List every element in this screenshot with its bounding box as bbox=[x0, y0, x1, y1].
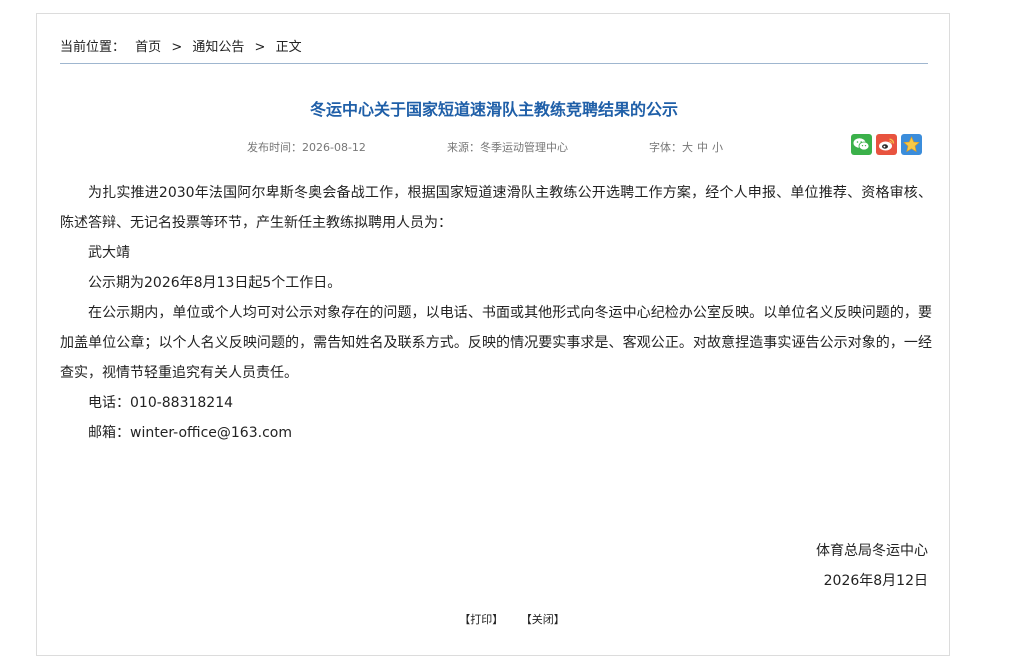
weibo-icon bbox=[879, 138, 895, 151]
body-paragraph-period: 公示期为2026年8月13日起5个工作日。 bbox=[88, 275, 342, 291]
article-actions: 【打印】 【关闭】 bbox=[0, 611, 1024, 627]
print-button[interactable]: 【打印】 bbox=[459, 613, 503, 626]
body-paragraph-intro: 为扎实推进2030年法国阿尔卑斯冬奥会备战工作，根据国家短道速滑队主教练公开选聘… bbox=[60, 185, 932, 231]
close-button[interactable]: 【关闭】 bbox=[521, 613, 565, 626]
breadcrumb-prefix: 当前位置： bbox=[60, 40, 126, 55]
article-body: 为扎实推进2030年法国阿尔卑斯冬奥会备战工作，根据国家短道速滑队主教练公开选聘… bbox=[60, 178, 932, 448]
breadcrumb-divider bbox=[60, 63, 928, 64]
source-meta: 来源：冬季运动管理中心 bbox=[447, 139, 568, 155]
favorite-star-icon bbox=[903, 136, 920, 153]
contact-phone: 电话：010-88318214 bbox=[88, 395, 234, 411]
breadcrumb-current: 正文 bbox=[275, 40, 302, 55]
font-size-label: 字体： bbox=[649, 141, 682, 154]
font-size-meta: 字体：大中小 bbox=[649, 139, 723, 155]
font-size-large-button[interactable]: 大 bbox=[682, 141, 693, 154]
breadcrumb-separator: > bbox=[171, 40, 183, 55]
breadcrumb: 当前位置： 首页 > 通知公告 > 正文 bbox=[60, 36, 302, 55]
source-value: 冬季运动管理中心 bbox=[480, 141, 568, 154]
breadcrumb-separator: > bbox=[254, 40, 266, 55]
wechat-share-button[interactable] bbox=[851, 134, 872, 155]
share-buttons bbox=[851, 134, 922, 155]
font-size-medium-button[interactable]: 中 bbox=[697, 141, 708, 154]
publish-date: 2026-08-12 bbox=[302, 141, 366, 154]
publish-date-meta: 发布时间：2026-08-12 bbox=[247, 139, 366, 155]
breadcrumb-notices-link[interactable]: 通知公告 bbox=[192, 40, 244, 55]
article-title: 冬运中心关于国家短道速滑队主教练竞聘结果的公示 bbox=[309, 100, 678, 119]
body-paragraph-feedback: 在公示期内，单位或个人均可对公示对象存在的问题，以电话、书面或其他形式向冬运中心… bbox=[60, 305, 932, 381]
wechat-icon bbox=[853, 138, 870, 151]
candidate-name: 武大靖 bbox=[88, 245, 130, 261]
contact-email: 邮箱：winter-office@163.com bbox=[88, 425, 292, 441]
signature-date: 2026年8月12日 bbox=[823, 573, 928, 589]
signature-org: 体育总局冬运中心 bbox=[816, 543, 928, 559]
publish-date-label: 发布时间： bbox=[247, 141, 302, 154]
source-label: 来源： bbox=[447, 141, 480, 154]
breadcrumb-home-link[interactable]: 首页 bbox=[135, 40, 161, 55]
favorite-share-button[interactable] bbox=[901, 134, 922, 155]
font-size-small-button[interactable]: 小 bbox=[712, 141, 723, 154]
weibo-share-button[interactable] bbox=[876, 134, 897, 155]
